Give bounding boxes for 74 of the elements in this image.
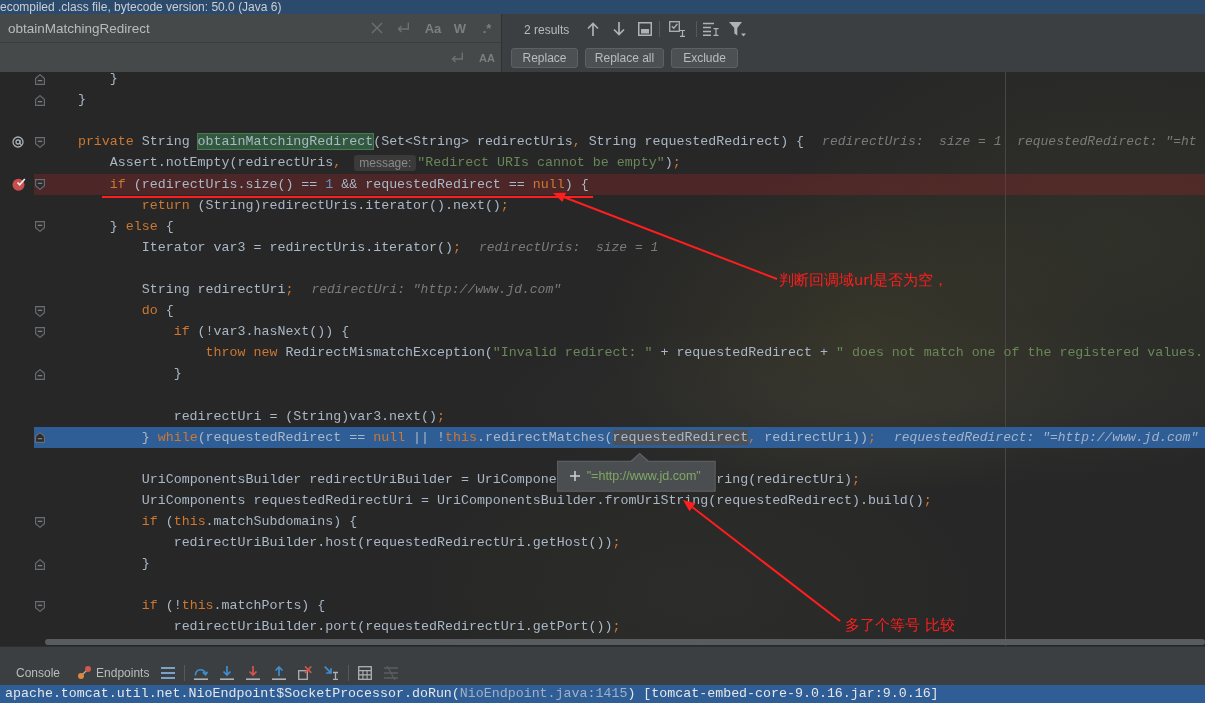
code-line: Assert.notEmpty(redirectUris, — [109, 155, 342, 172]
code-line: redirectUriBuilder.port(requestedRedirectUri.getPort()); — [173, 619, 621, 636]
search-option-toggle[interactable]: W — [450, 18, 470, 38]
square-icon[interactable] — [638, 21, 652, 36]
code-line: } else { — [109, 218, 174, 235]
fold-icon[interactable] — [35, 432, 45, 444]
inline-value: requestedRedirect: "=http://www.jd.com" — [893, 429, 1199, 446]
result-count: 2 results — [524, 22, 570, 37]
code-line: throw new RedirectMismatchException("Invalid redirect: " + requestedRedirect + " does not match one of the registered values. — [205, 345, 1204, 362]
code-line: UriComponentsBuilder redirectUriBuilder = UriCompone — [141, 471, 557, 488]
annotation-text: 判断回调域url是否为空， — [779, 271, 949, 289]
fold-icon[interactable] — [35, 558, 45, 570]
replace-all-button[interactable]: Replace all — [585, 47, 664, 68]
code-line: } while(requestedRedirect == null || !this.redirectMatches(requestedRedirect, redirectUri)); — [141, 429, 876, 446]
inline-value: redirectUri: "http://www.jd.com" — [311, 282, 561, 298]
preserve-case-toggle[interactable]: AA — [476, 47, 498, 68]
fold-icon[interactable] — [35, 368, 45, 380]
code-line: String redirectUri; — [141, 282, 294, 298]
fold-icon[interactable] — [35, 94, 45, 106]
tool-window-tab[interactable]: Console — [0, 660, 67, 685]
horizontal-scrollbar[interactable] — [45, 638, 1205, 645]
fold-icon[interactable] — [35, 305, 45, 317]
calculator-icon[interactable] — [358, 665, 373, 680]
run-to-cursor-icon[interactable] — [324, 665, 339, 680]
code-line: private String obtainMatchingRedirect(Set<String> redirectUris, String requestedRedirect) { — [77, 134, 805, 151]
code-line: redirectUriBuilder.host(requestedRedirectUri.getHost()); — [173, 535, 621, 552]
code-line: do { — [141, 303, 174, 320]
fold-icon[interactable] — [35, 516, 45, 528]
filter-icon[interactable] — [729, 20, 746, 37]
annotation-text: 多了个等号 比较 — [845, 616, 955, 634]
force-step-into-icon[interactable] — [246, 665, 261, 680]
tool-window-tab[interactable]: Endpoints — [66, 660, 156, 685]
step-into-icon[interactable] — [220, 665, 235, 680]
lines-cursor-icon[interactable] — [703, 21, 719, 36]
fold-icon[interactable] — [35, 136, 45, 148]
breakpoint-icon[interactable] — [12, 178, 26, 191]
search-option-toggle[interactable]: Aa — [422, 18, 444, 38]
code-line: if (this.matchSubdomains) { — [141, 514, 358, 530]
inline-value: redirectUris: size = 1 — [478, 239, 659, 256]
code-line: redirectUri = (String)var3.next(); — [173, 408, 445, 425]
fold-icon[interactable] — [35, 326, 45, 338]
fold-icon[interactable] — [35, 221, 45, 233]
step-out-icon[interactable] — [272, 665, 287, 680]
search-option-toggle[interactable]: .* — [477, 18, 497, 38]
parameter-hint: message: — [354, 155, 417, 172]
code-line: UriComponents requestedRedirectUri = UriComponentsBuilder.fromUriString(requestedRedirect).build(); — [141, 492, 932, 509]
code-line: if (!var3.hasNext()) { — [173, 324, 350, 341]
replace-button[interactable]: Replace — [511, 47, 578, 68]
code-line: } — [77, 92, 86, 109]
network-icon — [78, 666, 92, 679]
fold-icon[interactable] — [35, 600, 45, 612]
code-line: } — [173, 366, 182, 383]
list-icon[interactable] — [161, 666, 176, 679]
checkbox-icon[interactable] — [669, 20, 685, 37]
code-line: "Redirect URIs cannot be empty"); — [417, 155, 681, 172]
arrow-up-icon[interactable] — [587, 21, 599, 36]
tooltip-value: "=http://www.jd.com" — [586, 469, 701, 484]
inline-value: redirectUris: size = 1 requestedRedirect: "=ht — [822, 134, 1197, 151]
code-line: Iterator var3 = redirectUris.iterator(); — [141, 239, 461, 256]
code-line: } — [109, 72, 118, 88]
plus-icon[interactable] — [569, 471, 580, 482]
code-line: if (redirectUris.size() == 1 && requestedRedirect == null) { — [109, 176, 589, 193]
fold-icon[interactable] — [35, 179, 45, 190]
code-line: if (!this.matchPorts) { — [141, 598, 326, 615]
exclude-button[interactable]: Exclude — [671, 47, 738, 68]
code-line: return (String)redirectUris.iterator().next(); — [141, 197, 509, 214]
code-line: } — [141, 556, 150, 573]
fold-icon[interactable] — [35, 73, 45, 85]
drop-frame-icon[interactable] — [298, 665, 313, 680]
arrow-down-icon[interactable] — [613, 21, 625, 36]
replace-field[interactable]: AA — [0, 43, 501, 72]
search-field[interactable]: obtainMatchingRedirect Aa W .* — [0, 14, 501, 43]
notification-text: ecompiled .class file, bytecode version: 50.0 (Java 6) — [0, 0, 282, 14]
code-line: ring(redirectUri); — [716, 471, 860, 488]
